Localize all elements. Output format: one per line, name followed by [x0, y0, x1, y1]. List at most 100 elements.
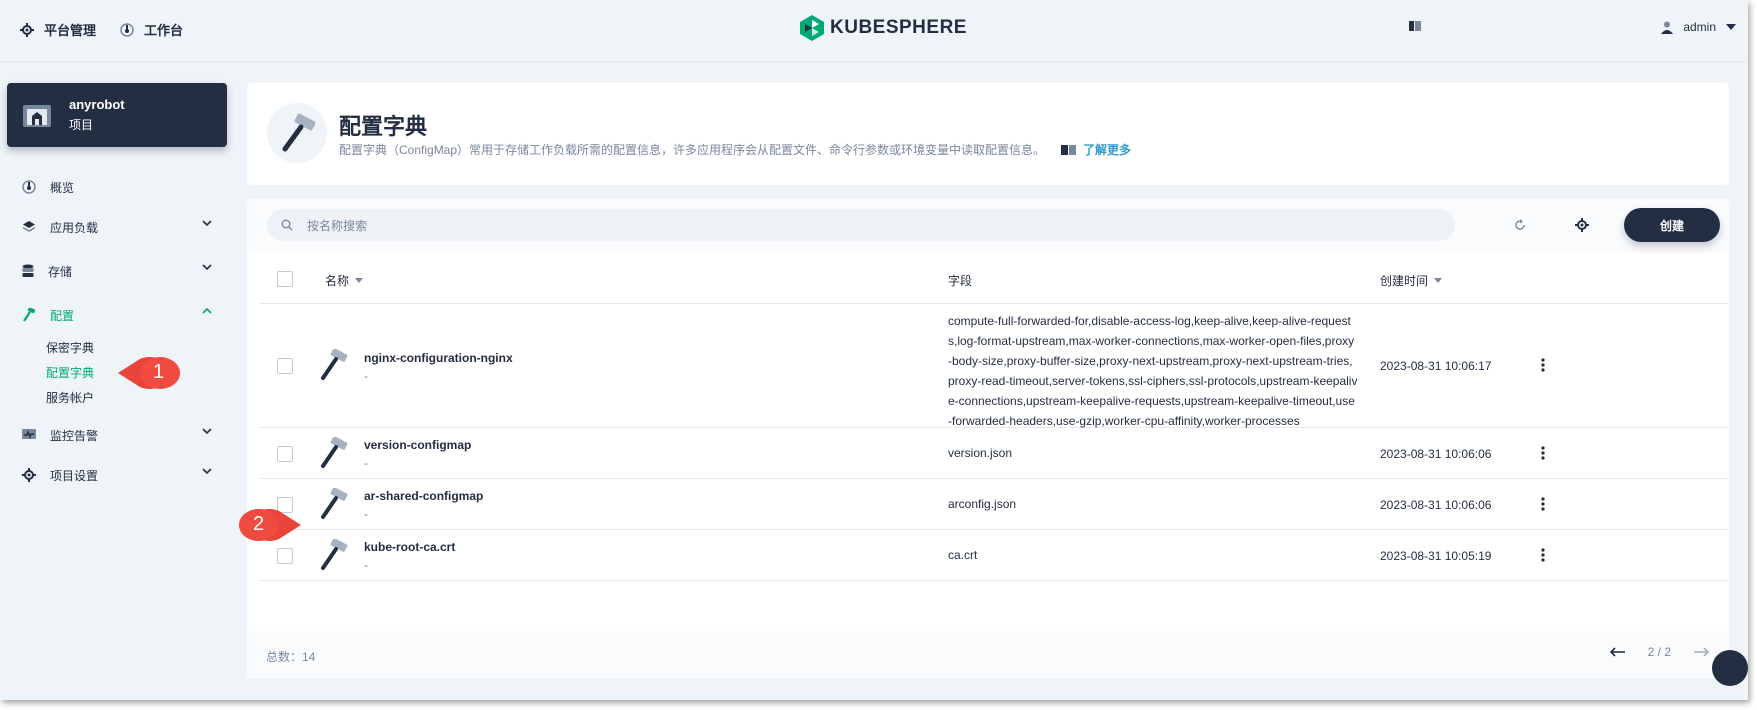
select-all-checkbox[interactable] — [277, 271, 293, 287]
refresh-icon — [1514, 219, 1526, 231]
more-vertical-icon — [1535, 445, 1551, 461]
callout-marker-2: 2 — [235, 505, 301, 548]
sidebar-item-overview[interactable]: 概览 — [0, 165, 230, 209]
table-row[interactable]: version-configmap - version.json 2023-08… — [259, 428, 1729, 479]
sidebar-item-config[interactable]: 配置 — [0, 293, 230, 337]
layers-icon — [22, 220, 36, 234]
user-avatar-icon — [1661, 21, 1674, 34]
sidebar-subitem-service-accounts[interactable]: 服务帐户 — [0, 385, 230, 409]
created-time: 2023-08-31 10:06:06 — [1380, 447, 1492, 461]
user-menu[interactable]: admin — [1661, 20, 1736, 34]
docs-icon[interactable] — [1408, 19, 1422, 33]
sort-caret-icon — [1434, 278, 1443, 283]
chevron-down-icon — [202, 220, 212, 226]
logo-text: KUBESPHERE — [830, 17, 967, 38]
configmap-icon — [317, 436, 349, 469]
project-card[interactable]: anyrobot 项目 — [7, 83, 227, 147]
configmap-icon — [317, 487, 349, 520]
callout-number: 1 — [153, 361, 165, 383]
page-header: 配置字典 配置字典（ConfigMap）常用于存储工作负载所需的配置信息，许多应… — [247, 83, 1729, 185]
sidebar-item-label: 存储 — [48, 264, 73, 279]
row-checkbox[interactable] — [277, 548, 293, 564]
configmap-fields: compute-full-forwarded-for,disable-acces… — [948, 314, 1358, 428]
chevron-down-icon — [202, 468, 212, 474]
column-header-field-label: 字段 — [948, 274, 973, 288]
platform-management-link[interactable]: 平台管理 — [20, 20, 96, 39]
next-page-button[interactable] — [1693, 647, 1709, 657]
more-vertical-icon — [1535, 547, 1551, 563]
row-checkbox[interactable] — [277, 358, 293, 374]
configmap-fields: version.json — [948, 446, 1013, 460]
sidebar-item-label: 应用负载 — [50, 220, 99, 235]
sidebar-item-project-settings[interactable]: 项目设置 — [0, 453, 230, 497]
project-type: 项目 — [69, 118, 94, 132]
callout-marker-1: 1 — [118, 353, 184, 396]
list-footer: 总数：14 2 / 2 — [247, 631, 1729, 679]
created-time: 2023-08-31 10:06:06 — [1380, 498, 1492, 512]
more-actions-button[interactable] — [1535, 547, 1551, 563]
configmap-name[interactable]: ar-shared-configmap — [364, 489, 483, 503]
created-time: 2023-08-31 10:06:17 — [1380, 359, 1492, 373]
configmap-name[interactable]: kube-root-ca.crt — [364, 540, 455, 554]
more-vertical-icon — [1535, 357, 1551, 373]
kubesphere-logo[interactable]: KUBESPHERE — [800, 15, 967, 41]
page-title: 配置字典 — [339, 114, 428, 139]
table-row[interactable]: kube-root-ca.crt - ca.crt 2023-08-31 10:… — [259, 530, 1729, 581]
configmap-fields: ca.crt — [948, 548, 978, 562]
page-description: 配置字典（ConfigMap）常用于存储工作负载所需的配置信息，许多应用程序会从… — [339, 143, 1046, 157]
database-icon — [22, 264, 34, 278]
learn-more-link[interactable]: 了解更多 — [1061, 141, 1131, 158]
sidebar-item-monitoring[interactable]: 监控告警 — [0, 413, 230, 457]
sidebar-item-label: 概览 — [50, 180, 75, 195]
dashboard-icon — [22, 180, 36, 194]
sidebar-subitem-secrets[interactable]: 保密字典 — [0, 335, 230, 359]
more-actions-button[interactable] — [1535, 445, 1551, 461]
user-name: admin — [1683, 20, 1716, 34]
create-button[interactable]: 创建 — [1624, 208, 1720, 242]
column-header-field: 字段 — [948, 272, 972, 289]
learn-more-label: 了解更多 — [1083, 143, 1132, 157]
platform-label: 平台管理 — [44, 23, 97, 38]
workbench-link[interactable]: 工作台 — [120, 20, 183, 39]
configmap-fields: arconfig.json — [948, 497, 1017, 511]
refresh-button[interactable] — [1510, 215, 1530, 235]
caret-down-icon — [1726, 24, 1736, 30]
prev-page-button[interactable] — [1609, 647, 1626, 657]
settings-button[interactable] — [1572, 215, 1592, 235]
configmap-list: 按名称搜索 创建 名称 字段 创建时间 nginx-configuration-… — [247, 199, 1729, 679]
sidebar: 概览 应用负载 存储 配置 保密字典 配置字典 服务帐户 监控告警 项目设置 — [0, 165, 230, 503]
configmap-desc: - — [364, 558, 368, 572]
project-name: anyrobot — [69, 97, 125, 112]
column-header-created[interactable]: 创建时间 — [1380, 272, 1443, 289]
monitor-icon — [22, 429, 36, 441]
search-placeholder: 按名称搜索 — [307, 218, 368, 233]
configmap-desc: - — [364, 507, 368, 521]
table-row[interactable]: ar-shared-configmap - arconfig.json 2023… — [259, 479, 1729, 530]
table-row[interactable]: nginx-configuration-nginx - compute-full… — [259, 304, 1729, 428]
search-input[interactable]: 按名称搜索 — [267, 209, 1455, 241]
column-header-name[interactable]: 名称 — [325, 272, 364, 289]
top-bar: 平台管理 工作台 KUBESPHERE admin — [0, 0, 1748, 62]
list-toolbar: 按名称搜索 创建 — [247, 199, 1729, 253]
row-checkbox[interactable] — [277, 446, 293, 462]
hammer-icon — [22, 308, 36, 322]
sidebar-item-storage[interactable]: 存储 — [0, 249, 230, 293]
gear-icon — [1575, 218, 1589, 232]
sidebar-subitem-configmaps[interactable]: 配置字典 — [0, 359, 230, 385]
help-bubble[interactable] — [1712, 650, 1748, 686]
sidebar-item-label: 监控告警 — [50, 428, 99, 443]
pagination: 2 / 2 — [1609, 645, 1709, 659]
callout-number: 2 — [253, 513, 265, 535]
configmap-name[interactable]: version-configmap — [364, 438, 471, 452]
more-actions-button[interactable] — [1535, 357, 1551, 373]
dashboard-icon — [120, 22, 134, 37]
sort-caret-icon — [355, 278, 364, 283]
more-actions-button[interactable] — [1535, 496, 1551, 512]
sidebar-item-workloads[interactable]: 应用负载 — [0, 205, 230, 249]
page-indicator: 2 / 2 — [1647, 645, 1671, 659]
column-header-created-label: 创建时间 — [1380, 274, 1429, 288]
sidebar-item-label: 项目设置 — [50, 468, 99, 483]
kubesphere-logo-icon — [800, 15, 824, 41]
book-icon — [1061, 144, 1077, 156]
configmap-name[interactable]: nginx-configuration-nginx — [364, 351, 513, 365]
